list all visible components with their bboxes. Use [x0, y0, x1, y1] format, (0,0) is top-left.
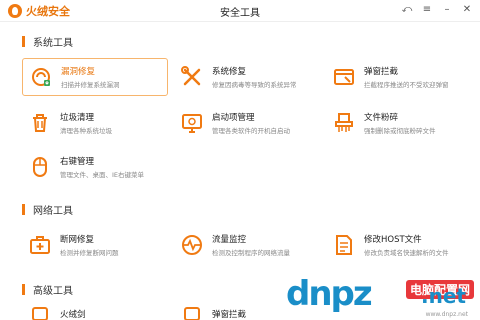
- tool-name: 流量监控: [212, 235, 247, 245]
- close-button[interactable]: ✕: [460, 3, 474, 17]
- tool-junk-clean[interactable]: 垃圾清理 清理各种系统垃圾: [22, 104, 168, 142]
- tool-file-shredder[interactable]: 文件粉碎 强制删除或彻底粉碎文件: [326, 104, 472, 142]
- tool-name: 修改HOST文件: [364, 235, 422, 245]
- wrench-screwdriver-icon: [178, 63, 206, 91]
- site-watermark: dnpz 电脑配置网 .net www.dnpz.net: [286, 274, 476, 318]
- window-controls: ⤺ ≡ – ✕: [400, 3, 474, 17]
- tool-network-repair[interactable]: 断网修复 检测并修复断网问题: [22, 226, 168, 264]
- minimize-button[interactable]: –: [440, 3, 454, 17]
- tool-description: 清理各种系统垃圾: [60, 127, 112, 135]
- startup-monitor-icon: [178, 109, 206, 137]
- tool-startup-manager[interactable]: 启动项管理 管理各类软件的开机自启动: [174, 104, 320, 142]
- tool-description: 修复因病毒等导致的系统异常: [212, 81, 297, 89]
- tool-description: 强制删除或彻底粉碎文件: [364, 127, 436, 135]
- tool-system-repair[interactable]: 系统修复 修复因病毒等导致的系统异常: [174, 58, 320, 96]
- tool-host-file[interactable]: 修改HOST文件 修改负责域名快速解析的文件: [326, 226, 472, 264]
- tool-description: 检测及控制程序的网络流量: [212, 249, 290, 257]
- trash-icon: [26, 109, 54, 137]
- tool-description: 扫描并修复系统漏洞: [61, 81, 120, 89]
- tool-context-menu[interactable]: 右键管理 管理文件、桌面、IE右键菜单: [22, 148, 168, 186]
- section-advanced-tools: 高级工具: [22, 282, 73, 297]
- section-system-tools: 系统工具: [22, 34, 73, 49]
- tool-name: 启动项管理: [212, 113, 255, 123]
- watermark-logo: dnpz: [286, 274, 373, 314]
- popup-block-icon: [330, 63, 358, 91]
- shredder-icon: [330, 109, 358, 137]
- section-title: 高级工具: [33, 286, 73, 297]
- shield-download-icon: [27, 63, 55, 91]
- tool-name: 系统修复: [212, 67, 247, 77]
- back-button[interactable]: ⤺: [400, 3, 414, 17]
- watermark-url: www.dnpz.net: [425, 311, 468, 318]
- tool-huorong-sword[interactable]: 火绒剑: [22, 304, 168, 320]
- section-marker: [22, 36, 25, 47]
- tool-description: 检测并修复断网问题: [60, 249, 119, 257]
- tool-vuln-fix[interactable]: 漏洞修复 扫描并修复系统漏洞: [22, 58, 168, 96]
- section-marker: [22, 284, 25, 295]
- traffic-monitor-icon: [178, 231, 206, 259]
- mouse-icon: [26, 153, 54, 181]
- tool-name: 断网修复: [60, 235, 95, 245]
- sword-icon: [26, 304, 54, 320]
- tool-description: 修改负责域名快速解析的文件: [364, 249, 449, 257]
- tool-name: 右键管理: [60, 157, 95, 167]
- tool-description: 管理文件、桌面、IE右键菜单: [60, 171, 145, 179]
- watermark-tld: .net: [421, 284, 466, 308]
- tool-name: 漏洞修复: [61, 67, 96, 77]
- tool-description: 拦截程序推送的不受欢迎弹窗: [364, 81, 449, 89]
- tool-name: 文件粉碎: [364, 113, 399, 123]
- tool-name: 弹窗拦截: [212, 310, 247, 320]
- section-title: 网络工具: [33, 206, 73, 217]
- title-bar: 火绒安全 安全工具 ⤺ ≡ – ✕: [0, 0, 480, 22]
- section-title: 系统工具: [33, 38, 73, 49]
- medkit-icon: [26, 231, 54, 259]
- tool-icon: [178, 304, 206, 320]
- tool-description: 管理各类软件的开机自启动: [212, 127, 290, 135]
- tool-name: 火绒剑: [60, 310, 86, 320]
- tool-name: 弹窗拦截: [364, 67, 399, 77]
- tool-name: 垃圾清理: [60, 113, 95, 123]
- section-marker: [22, 204, 25, 215]
- tool-traffic-monitor[interactable]: 流量监控 检测及控制程序的网络流量: [174, 226, 320, 264]
- section-network-tools: 网络工具: [22, 202, 73, 217]
- host-file-icon: [330, 231, 358, 259]
- menu-button[interactable]: ≡: [420, 3, 434, 17]
- tool-popup-block[interactable]: 弹窗拦截 拦截程序推送的不受欢迎弹窗: [326, 58, 472, 96]
